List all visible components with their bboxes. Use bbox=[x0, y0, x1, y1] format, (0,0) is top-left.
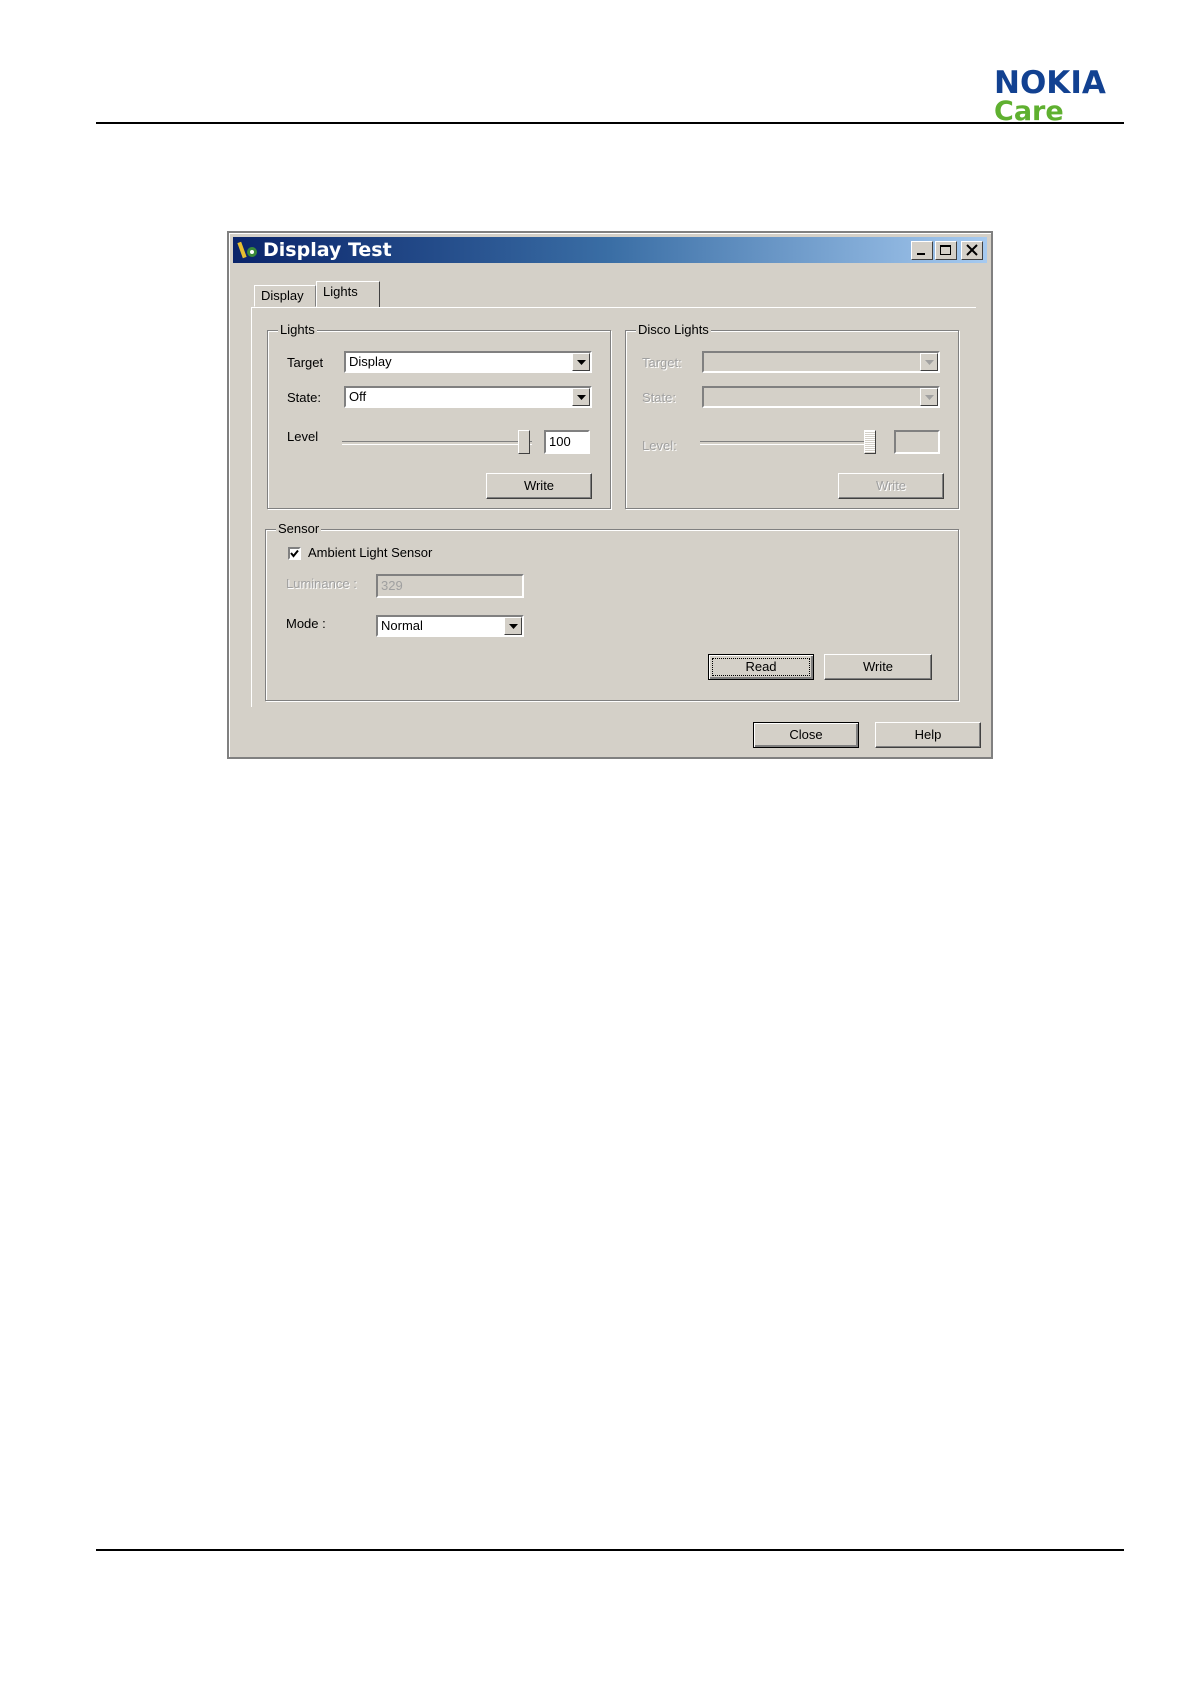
level-label: Level bbox=[287, 429, 319, 444]
chevron-down-icon bbox=[577, 360, 586, 365]
sensor-group: Sensor Ambient Light Sensor Luminance : … bbox=[265, 521, 959, 701]
chevron-down-icon bbox=[925, 360, 934, 365]
disco-write-button[interactable]: Write bbox=[838, 473, 944, 499]
disco-level-label: Level: bbox=[642, 438, 677, 453]
state-select[interactable]: Off bbox=[344, 386, 592, 408]
tab-display[interactable]: Display bbox=[254, 285, 316, 307]
close-button-label: Close bbox=[789, 727, 823, 742]
target-dropdown-button[interactable] bbox=[572, 353, 590, 371]
disco-level-slider-thumb[interactable] bbox=[864, 430, 876, 454]
disco-write-label: Write bbox=[875, 478, 907, 493]
minimize-icon bbox=[917, 253, 925, 255]
state-select-value: Off bbox=[349, 389, 367, 404]
focus-ring bbox=[712, 658, 810, 676]
nokia-care-logo: NOKIA Care bbox=[994, 66, 1124, 126]
brand-name: NOKIA bbox=[994, 65, 1106, 101]
level-slider-thumb[interactable] bbox=[518, 430, 530, 454]
chevron-down-icon bbox=[509, 624, 518, 629]
lights-group: Lights Target Display State: Off Level 1… bbox=[267, 322, 611, 509]
minimize-button[interactable] bbox=[911, 241, 933, 260]
disco-target-label: Target: bbox=[642, 355, 682, 370]
target-label: Target bbox=[287, 355, 324, 370]
sensor-group-label: Sensor bbox=[276, 521, 322, 537]
sensor-read-button[interactable]: Read bbox=[708, 654, 814, 680]
sensor-write-label: Write bbox=[862, 659, 894, 674]
ambient-light-checkbox[interactable] bbox=[288, 547, 301, 560]
close-window-button[interactable] bbox=[961, 241, 983, 260]
level-slider-track[interactable] bbox=[342, 441, 532, 445]
chevron-down-icon bbox=[925, 395, 934, 400]
help-button[interactable]: Help bbox=[875, 722, 981, 748]
disco-lights-group: Disco Lights Target: State: Level: Write bbox=[625, 322, 959, 509]
disco-lights-group-label: Disco Lights bbox=[636, 322, 711, 338]
tab-panel-border bbox=[251, 307, 976, 308]
disco-target-select[interactable] bbox=[702, 351, 940, 373]
luminance-input[interactable]: 329 bbox=[376, 574, 524, 598]
lights-write-button[interactable]: Write bbox=[486, 473, 592, 499]
lights-write-label: Write bbox=[523, 478, 555, 493]
state-label: State: bbox=[287, 390, 321, 405]
disco-level-input[interactable] bbox=[894, 430, 940, 454]
tab-lights[interactable]: Lights bbox=[316, 281, 380, 307]
mode-label: Mode : bbox=[286, 616, 326, 631]
sensor-write-button[interactable]: Write bbox=[824, 654, 932, 680]
ambient-light-label[interactable]: Ambient Light Sensor bbox=[308, 545, 432, 561]
disco-state-dropdown-button[interactable] bbox=[920, 388, 938, 406]
target-select[interactable]: Display bbox=[344, 351, 592, 373]
level-input[interactable]: 100 bbox=[544, 430, 590, 454]
state-dropdown-button[interactable] bbox=[572, 388, 590, 406]
luminance-label: Luminance : bbox=[286, 576, 357, 591]
disco-state-label: State: bbox=[642, 390, 676, 405]
checkmark-icon bbox=[290, 549, 299, 558]
help-button-label: Help bbox=[914, 727, 942, 742]
chevron-down-icon bbox=[577, 395, 586, 400]
maximize-button[interactable] bbox=[935, 241, 957, 260]
display-test-window: Display Test Display Lights Lights Targe… bbox=[227, 231, 993, 759]
mode-select-value: Normal bbox=[381, 618, 423, 633]
maximize-icon bbox=[940, 245, 951, 255]
disco-target-dropdown-button[interactable] bbox=[920, 353, 938, 371]
title-bar[interactable]: Display Test bbox=[233, 237, 987, 263]
disco-level-slider-track[interactable] bbox=[700, 441, 870, 445]
mode-select[interactable]: Normal bbox=[376, 615, 524, 637]
header-rule bbox=[96, 122, 1124, 124]
target-select-value: Display bbox=[349, 354, 392, 369]
tools-icon bbox=[237, 239, 259, 261]
mode-dropdown-button[interactable] bbox=[504, 617, 522, 635]
close-icon bbox=[966, 244, 978, 256]
window-title: Display Test bbox=[263, 239, 392, 261]
close-button[interactable]: Close bbox=[753, 722, 859, 748]
disco-state-select[interactable] bbox=[702, 386, 940, 408]
lights-group-label: Lights bbox=[278, 322, 317, 338]
tab-panel-border-left bbox=[251, 307, 252, 707]
footer-rule bbox=[96, 1549, 1124, 1551]
